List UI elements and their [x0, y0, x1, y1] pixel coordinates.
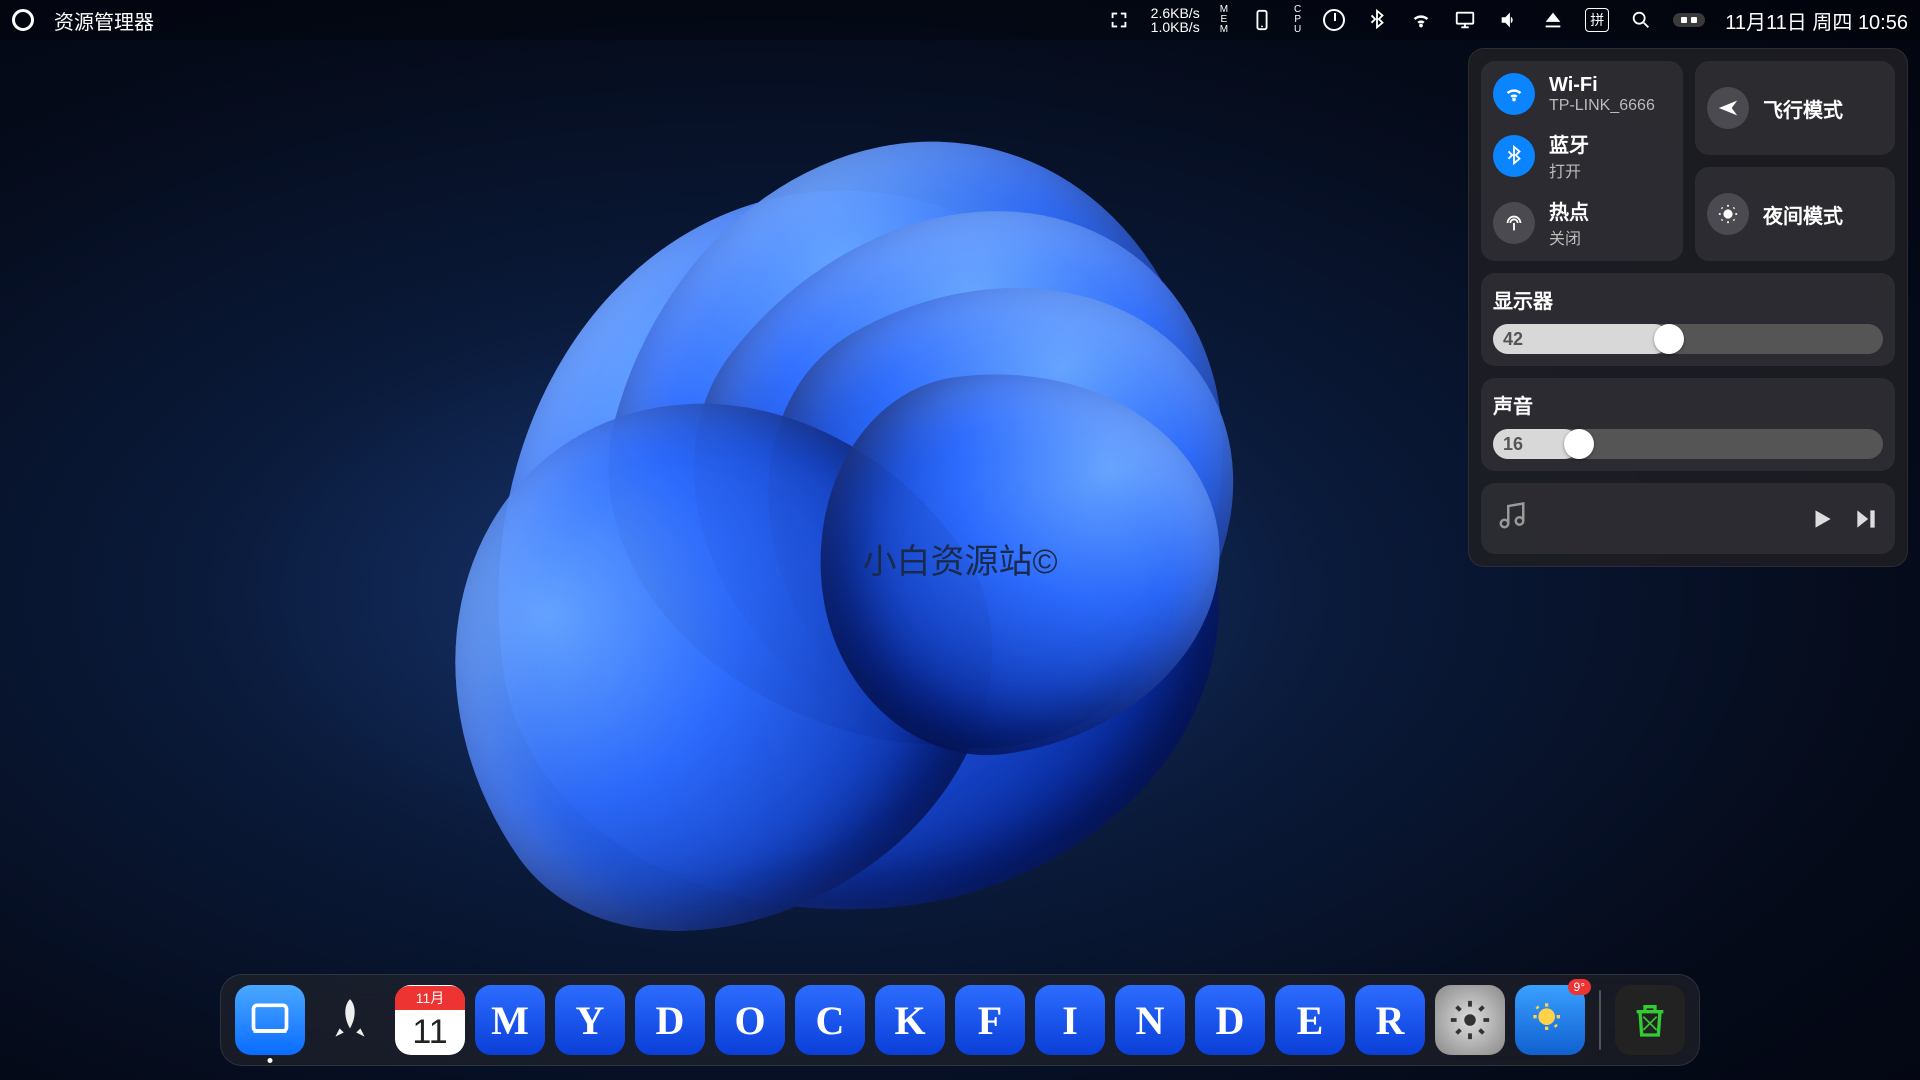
control-center-icon[interactable]	[1673, 13, 1705, 27]
dock-weather[interactable]: 9°	[1515, 985, 1585, 1055]
dock-settings[interactable]	[1435, 985, 1505, 1055]
night-mode-icon	[1707, 193, 1749, 235]
hotspot-icon	[1493, 202, 1535, 244]
dock-letter-m-0[interactable]: M	[475, 985, 545, 1055]
cpu-gauge-icon[interactable]	[1323, 9, 1345, 31]
brightness-label: 显示器	[1493, 285, 1883, 314]
eject-icon[interactable]	[1541, 8, 1565, 32]
dock-trash[interactable]	[1615, 985, 1685, 1055]
volume-icon[interactable]	[1497, 8, 1521, 32]
dock-letter-r-11[interactable]: R	[1355, 985, 1425, 1055]
expand-arrows-icon[interactable]	[1107, 8, 1131, 32]
dock-launchpad[interactable]	[315, 985, 385, 1055]
wifi-icon	[1493, 73, 1535, 115]
watermark-text: 小白资源站©	[862, 534, 1057, 583]
music-card	[1481, 483, 1895, 554]
bluetooth-toggle[interactable]: 蓝牙打开	[1493, 129, 1671, 182]
dock-letter-i-7[interactable]: I	[1035, 985, 1105, 1055]
menu-bar: 资源管理器 2.6KB/s1.0KB/s MEM CPU 拼 11月11日 周四…	[0, 0, 1920, 40]
connectivity-card: Wi-FiTP-LINK_6666 蓝牙打开 热点关闭	[1481, 61, 1683, 261]
volume-label: 声音	[1493, 390, 1883, 419]
dock-letter-e-10[interactable]: E	[1275, 985, 1345, 1055]
bluetooth-icon	[1493, 135, 1535, 177]
phone-icon[interactable]	[1250, 8, 1274, 32]
brightness-slider[interactable]: 42	[1493, 324, 1883, 354]
dock-letter-y-1[interactable]: Y	[555, 985, 625, 1055]
wallpaper-bloom	[360, 60, 1340, 1040]
airplane-mode-toggle[interactable]: 飞行模式	[1695, 61, 1895, 155]
dock-letter-f-6[interactable]: F	[955, 985, 1025, 1055]
night-mode-toggle[interactable]: 夜间模式	[1695, 167, 1895, 261]
hotspot-toggle[interactable]: 热点关闭	[1493, 196, 1671, 249]
next-track-button[interactable]	[1853, 506, 1879, 532]
dock-separator	[1599, 990, 1601, 1050]
mem-label: MEM	[1220, 5, 1230, 35]
airplane-icon	[1707, 87, 1749, 129]
active-app-title[interactable]: 资源管理器	[54, 6, 154, 35]
weather-badge: 9°	[1568, 979, 1591, 995]
dock-finder[interactable]	[235, 985, 305, 1055]
dock-calendar[interactable]: 11月 11	[395, 985, 465, 1055]
display-icon[interactable]	[1453, 8, 1477, 32]
dock-letter-o-3[interactable]: O	[715, 985, 785, 1055]
dock-letter-c-4[interactable]: C	[795, 985, 865, 1055]
brightness-card: 显示器 42	[1481, 273, 1895, 366]
cpu-label: CPU	[1294, 5, 1303, 35]
bluetooth-icon[interactable]	[1365, 8, 1389, 32]
ime-indicator[interactable]: 拼	[1585, 8, 1609, 32]
dock-letter-d-9[interactable]: D	[1195, 985, 1265, 1055]
search-icon[interactable]	[1629, 8, 1653, 32]
dock-letter-n-8[interactable]: N	[1115, 985, 1185, 1055]
volume-slider[interactable]: 16	[1493, 429, 1883, 459]
dock-letter-d-2[interactable]: D	[635, 985, 705, 1055]
dock-letter-k-5[interactable]: K	[875, 985, 945, 1055]
volume-card: 声音 16	[1481, 378, 1895, 471]
music-note-icon	[1497, 501, 1527, 536]
play-button[interactable]	[1809, 506, 1835, 532]
wifi-toggle[interactable]: Wi-FiTP-LINK_6666	[1493, 73, 1671, 115]
clock[interactable]: 11月11日 周四 10:56	[1725, 6, 1908, 35]
network-speed-indicator[interactable]: 2.6KB/s1.0KB/s	[1151, 6, 1200, 34]
control-center-panel: Wi-FiTP-LINK_6666 蓝牙打开 热点关闭 飞行模式 夜间模式 显示…	[1468, 48, 1908, 567]
wifi-icon[interactable]	[1409, 8, 1433, 32]
dock: 11月 11 MYDOCKFINDER 9°	[220, 974, 1700, 1066]
start-circle-icon[interactable]	[12, 9, 34, 31]
